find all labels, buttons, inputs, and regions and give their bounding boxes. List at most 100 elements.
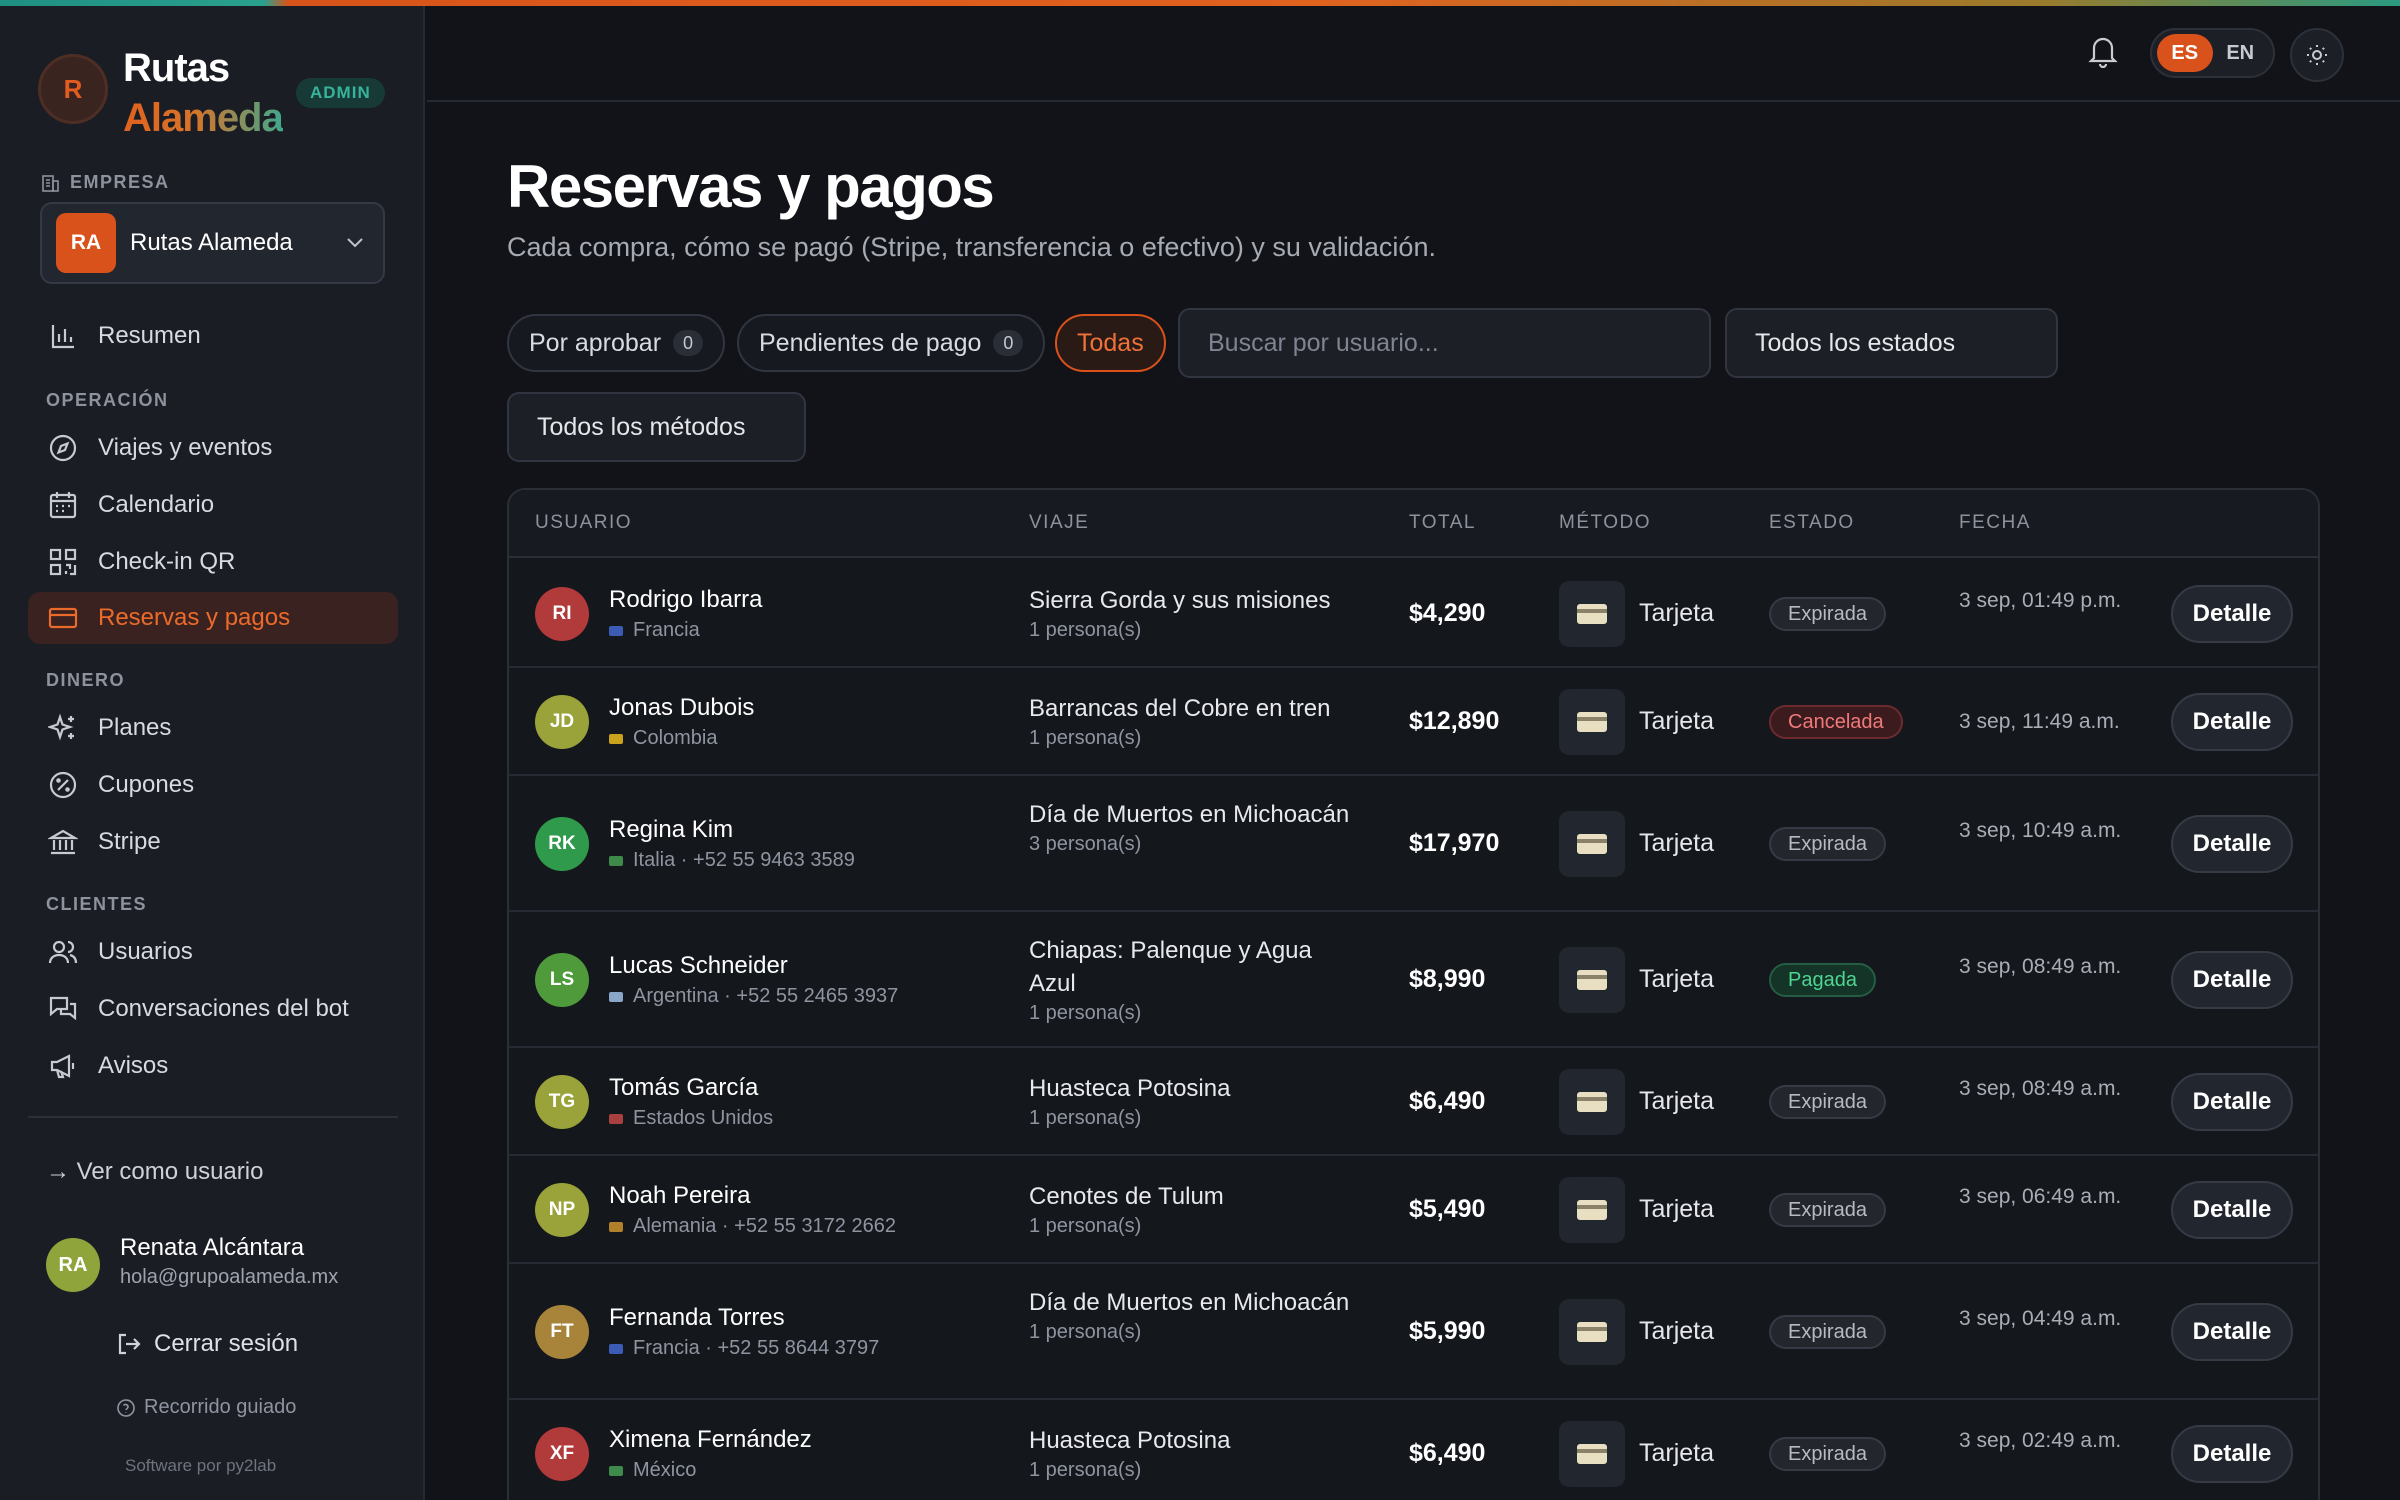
status-select[interactable]: Todos los estados (1725, 308, 2058, 378)
sidebar-item-viajes[interactable]: Viajes y eventos (28, 422, 398, 474)
total-amount: $6,490 (1409, 1439, 1486, 1467)
trip-people: 1 persona(s) (1029, 1459, 1142, 1481)
table-row[interactable]: JD Jonas Dubois Colombia Barrancas del Cobr… (509, 668, 2318, 776)
sidebar-item-planes[interactable]: Planes (28, 702, 398, 754)
trip-cell: Cenotes de Tulum 1 persona(s) (1029, 1180, 1359, 1239)
sidebar-item-checkin[interactable]: Check-in QR (28, 536, 398, 588)
company-selector[interactable]: RA Rutas Alameda (40, 202, 385, 284)
filter-todas[interactable]: Todas (1055, 314, 1166, 372)
status-badge: Expirada (1769, 1085, 1886, 1119)
booking-date: 3 sep, 06:49 a.m. (1959, 1185, 2122, 1208)
user-name: Fernanda Torres (609, 1304, 785, 1331)
theme-toggle-button[interactable] (2290, 28, 2344, 82)
user-meta: Colombia (609, 727, 717, 750)
detail-button[interactable]: Detalle (2171, 1073, 2293, 1131)
view-as-user-link[interactable]: → Ver como usuario (46, 1158, 263, 1186)
sidebar-item-avisos[interactable]: Avisos (28, 1040, 398, 1092)
total-amount: $4,290 (1409, 599, 1486, 627)
credit-card-icon (1559, 1421, 1625, 1487)
status-badge: Expirada (1769, 827, 1886, 861)
sidebar-item-usuarios[interactable]: Usuarios (28, 926, 398, 978)
method-select[interactable]: Todos los métodos (507, 392, 806, 462)
filter-label: Todas (1077, 328, 1144, 357)
user-meta: Francia (609, 619, 700, 642)
user-meta-text: Francia (633, 619, 700, 641)
avatar: RK (535, 817, 589, 871)
status-badge: Expirada (1769, 1437, 1886, 1471)
table-row[interactable]: NP Noah Pereira Alemania · +52 55 3172 266… (509, 1156, 2318, 1264)
avatar: TG (535, 1075, 589, 1129)
guided-tour-link[interactable]: Recorrido guiado (116, 1396, 296, 1419)
filter-count: 0 (993, 330, 1024, 356)
total-amount: $5,990 (1409, 1317, 1486, 1345)
brand[interactable]: R Rutas Alameda ADMIN (38, 46, 388, 142)
total-amount: $6,490 (1409, 1087, 1486, 1115)
sidebar-item-cupones[interactable]: Cupones (28, 759, 398, 811)
sidebar-item-label: Viajes y eventos (98, 434, 273, 461)
logout-button[interactable]: Cerrar sesión (116, 1330, 298, 1358)
user-meta: Argentina · +52 55 2465 3937 (609, 985, 898, 1008)
detail-button[interactable]: Detalle (2171, 951, 2293, 1009)
trip-people: 1 persona(s) (1029, 619, 1142, 641)
sidebar-item-resumen[interactable]: Resumen (28, 310, 398, 362)
table-row[interactable]: RI Rodrigo Ibarra Francia Sierra Gorda y su… (509, 560, 2318, 668)
user-meta: Alemania · +52 55 3172 2662 (609, 1215, 896, 1238)
user-name: Regina Kim (609, 816, 734, 843)
filter-pendientes-pago[interactable]: Pendientes de pago 0 (737, 314, 1046, 372)
sidebar-item-reservas[interactable]: Reservas y pagos (28, 592, 398, 644)
detail-button[interactable]: Detalle (2171, 1425, 2293, 1483)
lang-en-button[interactable]: EN (2213, 34, 2269, 72)
detail-button[interactable]: Detalle (2171, 585, 2293, 643)
flag-icon (609, 733, 623, 744)
user-meta-text: Argentina · +52 55 2465 3937 (633, 985, 899, 1007)
status-badge: Pagada (1769, 963, 1876, 997)
table-row[interactable]: FT Fernanda Torres Francia · +52 55 8644 3… (509, 1264, 2318, 1400)
logout-label: Cerrar sesión (154, 1330, 299, 1357)
trip-cell: Día de Muertos en Michoacán 1 persona(s) (1029, 1286, 1359, 1345)
table-row[interactable]: XF Ximena Fernández México Huasteca Potosin… (509, 1400, 2318, 1500)
user-meta-text: México (633, 1459, 697, 1481)
language-switch: ES EN (2150, 28, 2275, 78)
credit-card-icon (1559, 581, 1625, 647)
user-meta: Italia · +52 55 9463 3589 (609, 849, 855, 872)
filter-por-aprobar[interactable]: Por aprobar 0 (507, 314, 726, 372)
sidebar-item-label: Planes (98, 714, 172, 741)
booking-date: 3 sep, 08:49 a.m. (1959, 955, 2122, 978)
detail-button[interactable]: Detalle (2171, 693, 2293, 751)
user-name: Tomás García (609, 1074, 759, 1101)
detail-button[interactable]: Detalle (2171, 1303, 2293, 1361)
sidebar-item-calendario[interactable]: Calendario (28, 479, 398, 531)
sidebar-item-label: Cupones (98, 771, 195, 798)
trip-people: 1 persona(s) (1029, 1215, 1142, 1237)
table-header: USUARIO VIAJE TOTAL MÉTODO ESTADO FECHA (509, 490, 2318, 558)
current-user: RA Renata Alcántara hola@grupoalameda.mx (46, 1234, 406, 1298)
notifications-button[interactable] (2087, 34, 2119, 73)
sidebar-item-conversaciones[interactable]: Conversaciones del bot (28, 983, 398, 1035)
payment-method: Tarjeta (1639, 1439, 1715, 1467)
megaphone-icon (46, 1049, 80, 1083)
table-row[interactable]: TG Tomás García Estados Unidos Huasteca Pot… (509, 1048, 2318, 1156)
payment-method: Tarjeta (1639, 965, 1715, 993)
col-fecha: FECHA (1959, 512, 2031, 533)
payment-method: Tarjeta (1639, 1087, 1715, 1115)
table-row[interactable]: LS Lucas Schneider Argentina · +52 55 2465… (509, 912, 2318, 1048)
sidebar-item-label: Usuarios (98, 938, 193, 965)
flag-icon (609, 1113, 623, 1124)
sidebar-item-stripe[interactable]: Stripe (28, 816, 398, 868)
user-meta-text: Italia · +52 55 9463 3589 (633, 849, 855, 871)
bar-chart-icon (46, 319, 80, 353)
search-input[interactable]: Buscar por usuario... (1178, 308, 1711, 378)
booking-date: 3 sep, 10:49 a.m. (1959, 819, 2122, 842)
chat-bubbles-icon (46, 992, 80, 1026)
trip-cell: Chiapas: Palenque y Agua Azul 1 persona(s… (1029, 934, 1359, 1026)
credit-card-icon (1559, 947, 1625, 1013)
sparkles-icon (46, 711, 80, 745)
trip-cell: Huasteca Potosina 1 persona(s) (1029, 1424, 1359, 1483)
detail-button[interactable]: Detalle (2171, 1181, 2293, 1239)
lang-es-button[interactable]: ES (2157, 34, 2213, 72)
table-row[interactable]: RK Regina Kim Italia · +52 55 9463 3589 Día… (509, 776, 2318, 912)
sidebar-item-label: Check-in QR (98, 548, 236, 575)
detail-button[interactable]: Detalle (2171, 815, 2293, 873)
top-header: ES EN (427, 6, 2400, 102)
total-amount: $5,490 (1409, 1195, 1486, 1223)
